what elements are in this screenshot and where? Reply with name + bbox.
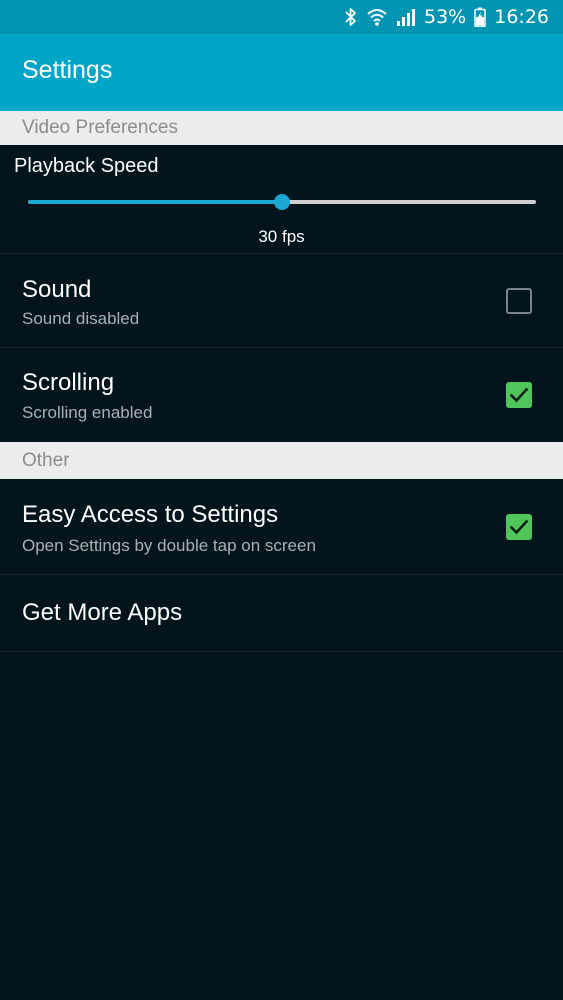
sound-title: Sound	[22, 276, 92, 303]
page-title: Settings	[22, 56, 113, 84]
easy-access-title: Easy Access to Settings	[22, 501, 279, 528]
checkmark-icon	[509, 519, 529, 535]
playback-speed-label: Playback Speed	[14, 155, 159, 177]
sound-checkbox[interactable]	[506, 288, 532, 314]
clock: 16:26	[494, 6, 549, 28]
section-header-label: Video Preferences	[22, 117, 178, 138]
checkmark-icon	[509, 387, 529, 403]
playback-speed-value: 30 fps	[258, 227, 305, 246]
scrolling-summary: Scrolling enabled	[22, 403, 153, 422]
status-icons: 53% 16:26	[344, 0, 549, 34]
signal-icon	[396, 7, 416, 27]
bluetooth-icon	[344, 7, 358, 27]
wifi-icon	[366, 7, 388, 27]
easy-access-preference[interactable]: Easy Access to Settings Open Settings by…	[0, 480, 563, 574]
easy-access-summary: Open Settings by double tap on screen	[22, 536, 316, 555]
slider-thumb[interactable]	[274, 194, 290, 210]
playback-speed-preference: Playback Speed 30 fps	[0, 145, 563, 253]
divider	[0, 651, 563, 652]
sound-preference[interactable]: Sound Sound disabled	[0, 254, 563, 347]
section-header-other: Other	[0, 442, 563, 479]
get-more-apps-item[interactable]: Get More Apps	[0, 575, 563, 651]
sound-summary: Sound disabled	[22, 309, 140, 328]
battery-percent: 53%	[424, 6, 467, 28]
scrolling-checkbox[interactable]	[506, 382, 532, 408]
section-header-label: Other	[22, 450, 70, 471]
scrolling-preference[interactable]: Scrolling Scrolling enabled	[0, 348, 563, 441]
get-more-apps-title: Get More Apps	[22, 599, 183, 626]
easy-access-checkbox[interactable]	[506, 514, 532, 540]
status-bar: 53% 16:26	[0, 0, 563, 34]
battery-charging-icon	[474, 7, 486, 27]
scrolling-title: Scrolling	[22, 369, 115, 396]
playback-speed-slider[interactable]	[28, 190, 536, 214]
slider-fill	[28, 200, 282, 204]
app-bar: Settings	[0, 34, 563, 111]
section-header-video-preferences: Video Preferences	[0, 111, 563, 145]
